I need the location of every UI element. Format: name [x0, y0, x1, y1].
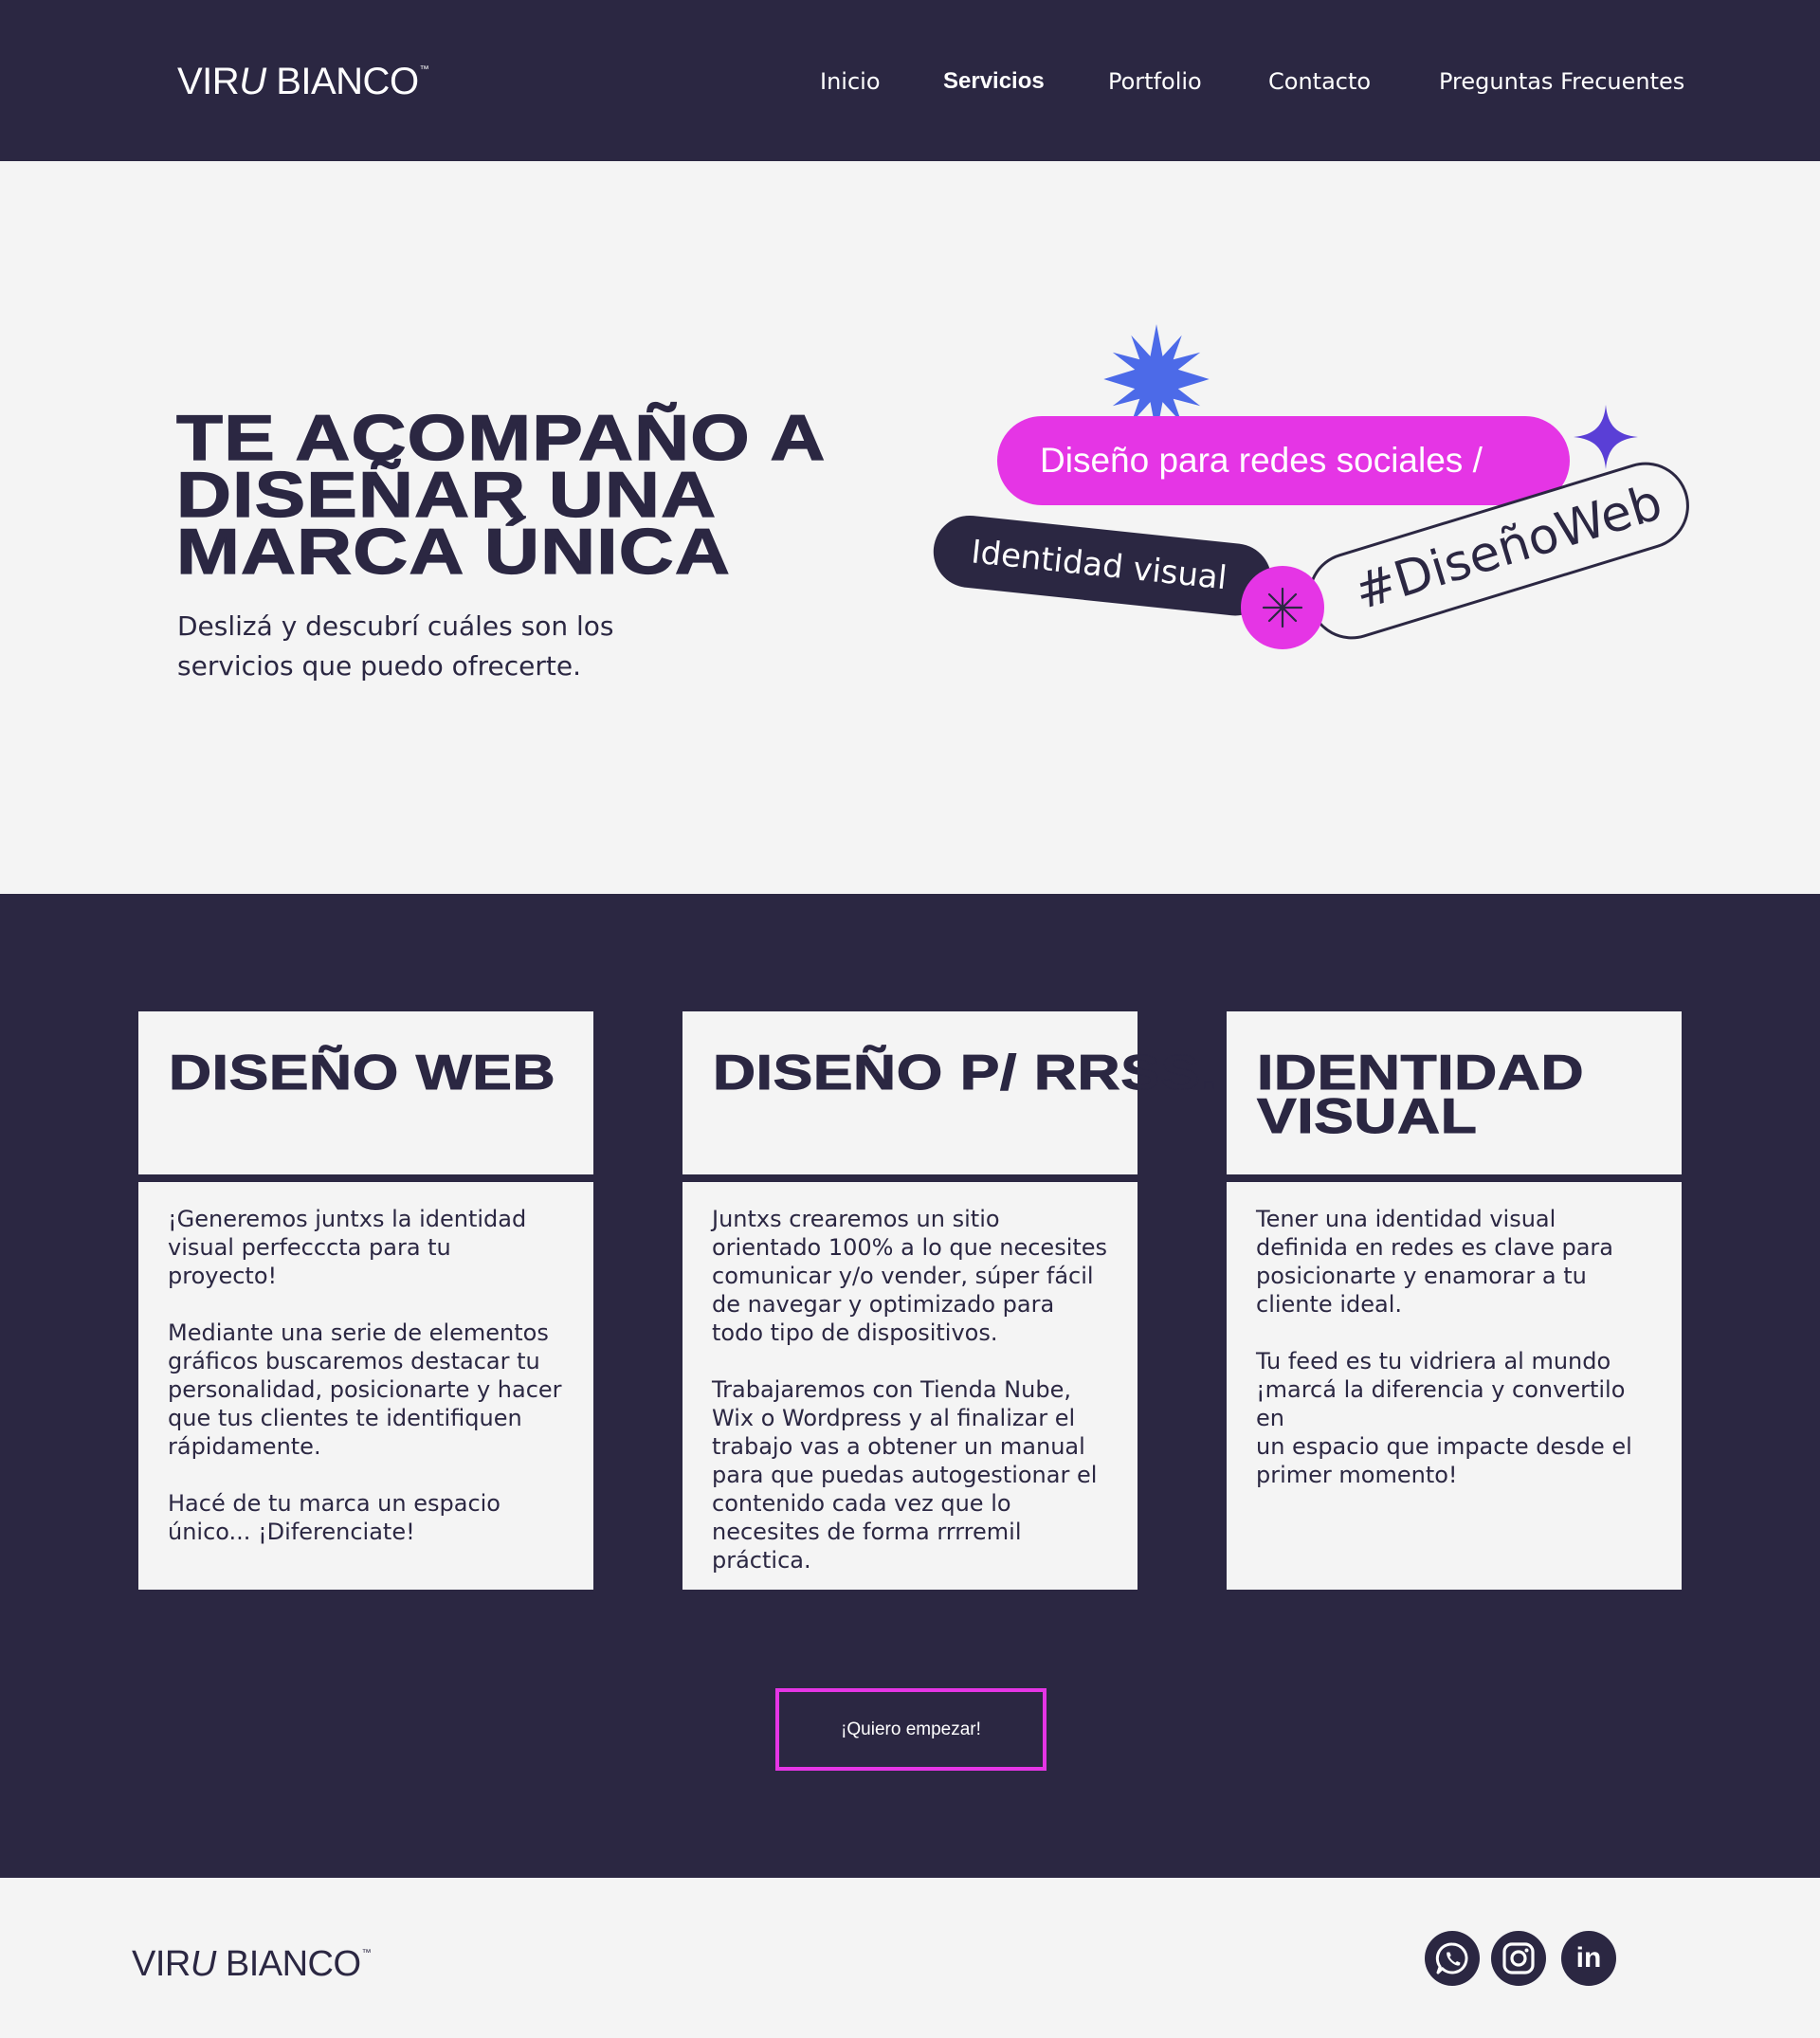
service-card-diseno-rrss-body: Juntxs crearemos un sitio orientado 100%… [682, 1182, 1138, 1590]
nav-link-preguntas-frecuentes[interactable]: Preguntas Frecuentes [1439, 68, 1684, 95]
service-card-identidad-visual-body: Tener una identidad visual definida en r… [1227, 1182, 1682, 1590]
tag-diseno-redes-sociales: Diseño para redes sociales / [997, 416, 1570, 505]
nav-link-inicio[interactable]: Inicio [820, 68, 881, 95]
logo-text-a: VIR [177, 61, 240, 102]
hero-title: TE ACOMPAÑO A DISEÑAR UNA MARCA ÚNICA [175, 402, 824, 588]
instagram-icon [1502, 1942, 1535, 1974]
footer-brand-logo[interactable]: VIRU BIANCO™ [132, 1944, 372, 1985]
service-card-diseno-rrss-header: DISEÑO P/ RRSS. [682, 1011, 1218, 1174]
service-title-diseno-rrss: DISEÑO P/ RRSS. [712, 1046, 1218, 1101]
sparkle-icon [1574, 405, 1638, 469]
whatsapp-icon [1435, 1942, 1468, 1974]
service-title-diseno-web: DISEÑO WEB [168, 1046, 556, 1101]
logo-trademark: ™ [419, 64, 429, 75]
whatsapp-button[interactable] [1425, 1931, 1480, 1986]
asterisk-badge-icon [1241, 566, 1324, 649]
logo-text-u: U [239, 61, 266, 102]
logo-text-b: BIANCO [265, 61, 419, 102]
footer-logo-text-u: U [190, 1944, 216, 1984]
nav-link-contacto[interactable]: Contacto [1268, 68, 1371, 95]
brand-logo[interactable]: VIRU BIANCO™ [177, 61, 429, 103]
service-card-identidad-visual-header: IDENTIDAD VISUAL [1227, 1011, 1682, 1174]
tag-identidad-visual: Identidad visual [930, 512, 1276, 620]
service-card-diseno-web-header: DISEÑO WEB [138, 1011, 593, 1174]
hero-subtitle: Deslizá y descubrí cuáles son los servic… [177, 610, 614, 682]
footer-logo-trademark: ™ [361, 1948, 372, 1958]
top-nav-bar: VIRU BIANCO™ Inicio Servicios Portfolio … [0, 0, 1820, 161]
nav-link-portfolio[interactable]: Portfolio [1108, 68, 1202, 95]
service-title-identidad-visual: IDENTIDAD VISUAL [1256, 1046, 1585, 1144]
linkedin-icon: in [1575, 1942, 1602, 1974]
nav-link-servicios[interactable]: Servicios [943, 68, 1045, 95]
footer-logo-text-b: BIANCO [215, 1944, 361, 1984]
linkedin-button[interactable]: in [1561, 1931, 1616, 1986]
footer-logo-text-a: VIR [132, 1944, 191, 1984]
service-card-diseno-web-body: ¡Generemos juntxs la identidad visual pe… [138, 1182, 593, 1590]
quiero-empezar-button[interactable]: ¡Quiero empezar! [775, 1688, 1046, 1771]
instagram-button[interactable] [1491, 1931, 1546, 1986]
